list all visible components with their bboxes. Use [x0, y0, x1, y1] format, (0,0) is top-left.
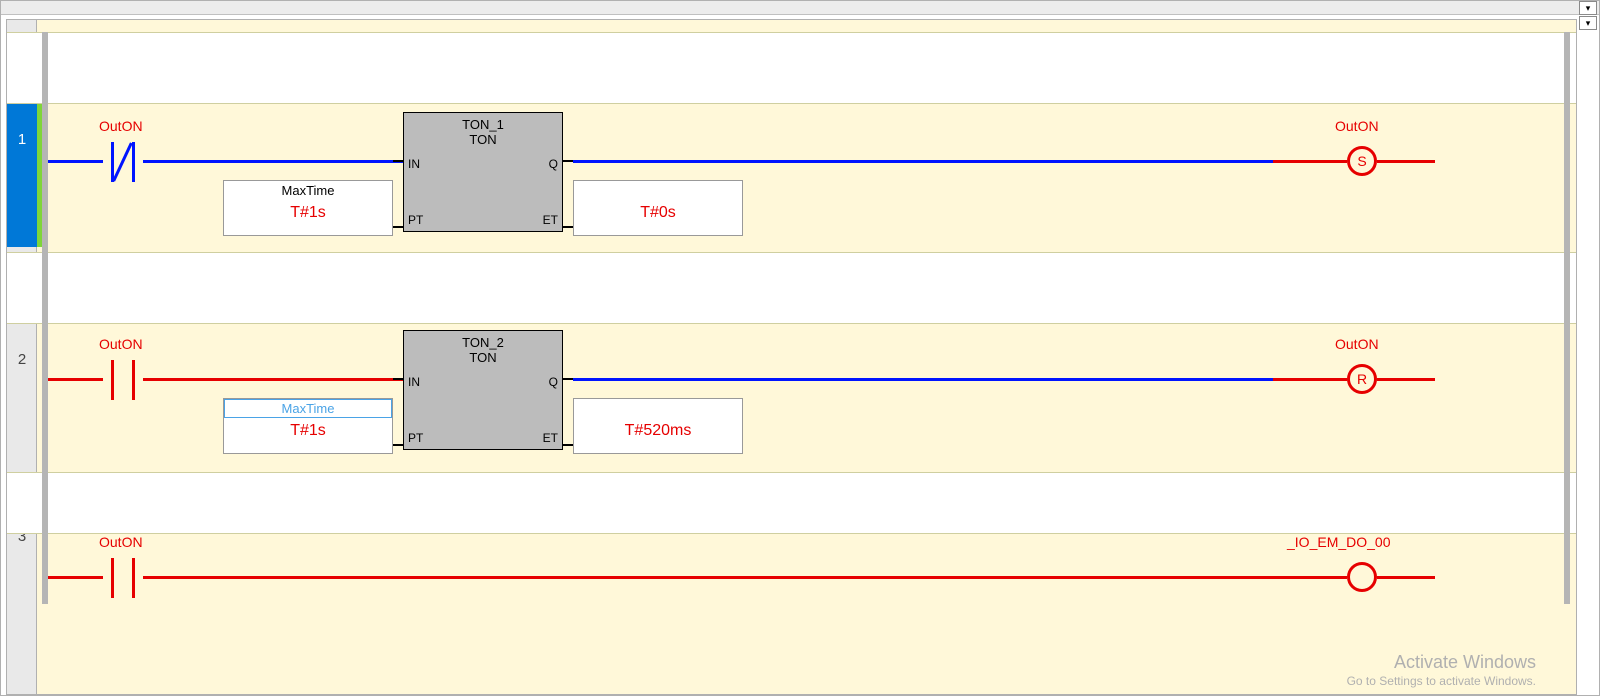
r1-pt-param[interactable]: MaxTime T#1s [223, 180, 393, 236]
r2-wire-coil-post [1377, 378, 1435, 381]
rung-1-header [7, 32, 1576, 104]
splitter-button-down[interactable]: ▾ [1579, 16, 1597, 30]
r1-pt-value: T#1s [224, 204, 392, 222]
r1-wire-1 [48, 160, 103, 163]
r1-coil[interactable]: S [1347, 146, 1377, 176]
r1-pin-tick-in [393, 160, 403, 162]
r1-pin-tick-q [563, 160, 573, 162]
pin-et: ET [543, 213, 558, 227]
r2-wire-2 [143, 378, 403, 381]
r2-coil-label: OutON [1335, 336, 1379, 352]
r1-et-value: T#0s [574, 204, 742, 222]
r1-wire-coil-pre [1273, 160, 1347, 163]
ladder-canvas[interactable]: 1 2 3 OutON TON_1 TON IN Q PT ET [6, 19, 1577, 695]
r3-coil-label: _IO_EM_DO_00 [1287, 534, 1391, 550]
pin-pt: PT [408, 213, 423, 227]
r1-wire-q [573, 160, 1273, 163]
pin-q: Q [549, 375, 558, 389]
r2-et-value: T#520ms [574, 422, 742, 440]
rung-number-gutter: 1 2 3 [7, 20, 37, 694]
r2-contact-no[interactable] [103, 360, 143, 400]
pin-et: ET [543, 431, 558, 445]
r1-pin-tick-et [563, 226, 573, 228]
r1-et-box: T#0s [573, 180, 743, 236]
r2-wire-1 [48, 378, 103, 381]
r2-contact-label: OutON [99, 336, 143, 352]
r1-block-type: TON [404, 132, 562, 147]
r2-wire-coil-pre [1273, 378, 1347, 381]
ladder-editor: ▾ ▾ 1 2 3 OutON TON_1 TON IN Q [0, 0, 1600, 696]
pin-in: IN [408, 375, 420, 389]
r2-pin-tick-pt [393, 444, 403, 446]
r2-et-box: T#520ms [573, 398, 743, 454]
r2-block-type: TON [404, 350, 562, 365]
r1-pin-tick-pt [393, 226, 403, 228]
top-toolbar [1, 1, 1599, 15]
r2-ton-block[interactable]: TON_2 TON IN Q PT ET [403, 330, 563, 450]
rung-2-header [7, 252, 1576, 324]
r2-pin-tick-in [393, 378, 403, 380]
pin-in: IN [408, 157, 420, 171]
r3-wire-2 [143, 576, 1347, 579]
r1-block-name: TON_1 [404, 117, 562, 132]
r1-wire-coil-post [1377, 160, 1435, 163]
r2-pt-label: MaxTime [282, 401, 335, 416]
r1-contact-label: OutON [99, 118, 143, 134]
rung-3-header [7, 472, 1576, 534]
r1-coil-label: OutON [1335, 118, 1379, 134]
r2-pt-value: T#1s [224, 422, 392, 440]
r3-wire-coil-post [1377, 576, 1435, 579]
r2-block-name: TON_2 [404, 335, 562, 350]
right-power-rail [1564, 32, 1570, 604]
r1-contact-nc[interactable] [103, 142, 143, 182]
r2-pin-tick-et [563, 444, 573, 446]
r3-contact-no[interactable] [103, 558, 143, 598]
r2-wire-q [573, 378, 1273, 381]
pin-pt: PT [408, 431, 423, 445]
r1-ton-block[interactable]: TON_1 TON IN Q PT ET [403, 112, 563, 232]
windows-activation-watermark: Activate Windows Go to Settings to activ… [1347, 652, 1536, 688]
r3-contact-label: OutON [99, 534, 143, 550]
pin-q: Q [549, 157, 558, 171]
left-power-rail [42, 32, 48, 604]
splitter-button-up[interactable]: ▾ [1579, 1, 1597, 15]
r3-coil[interactable] [1347, 562, 1377, 592]
r1-pt-label: MaxTime [224, 181, 392, 198]
r2-pin-tick-q [563, 378, 573, 380]
r3-wire-1 [48, 576, 103, 579]
r2-coil[interactable]: R [1347, 364, 1377, 394]
r2-pt-param[interactable]: MaxTime T#1s [223, 398, 393, 454]
r1-wire-2 [143, 160, 403, 163]
